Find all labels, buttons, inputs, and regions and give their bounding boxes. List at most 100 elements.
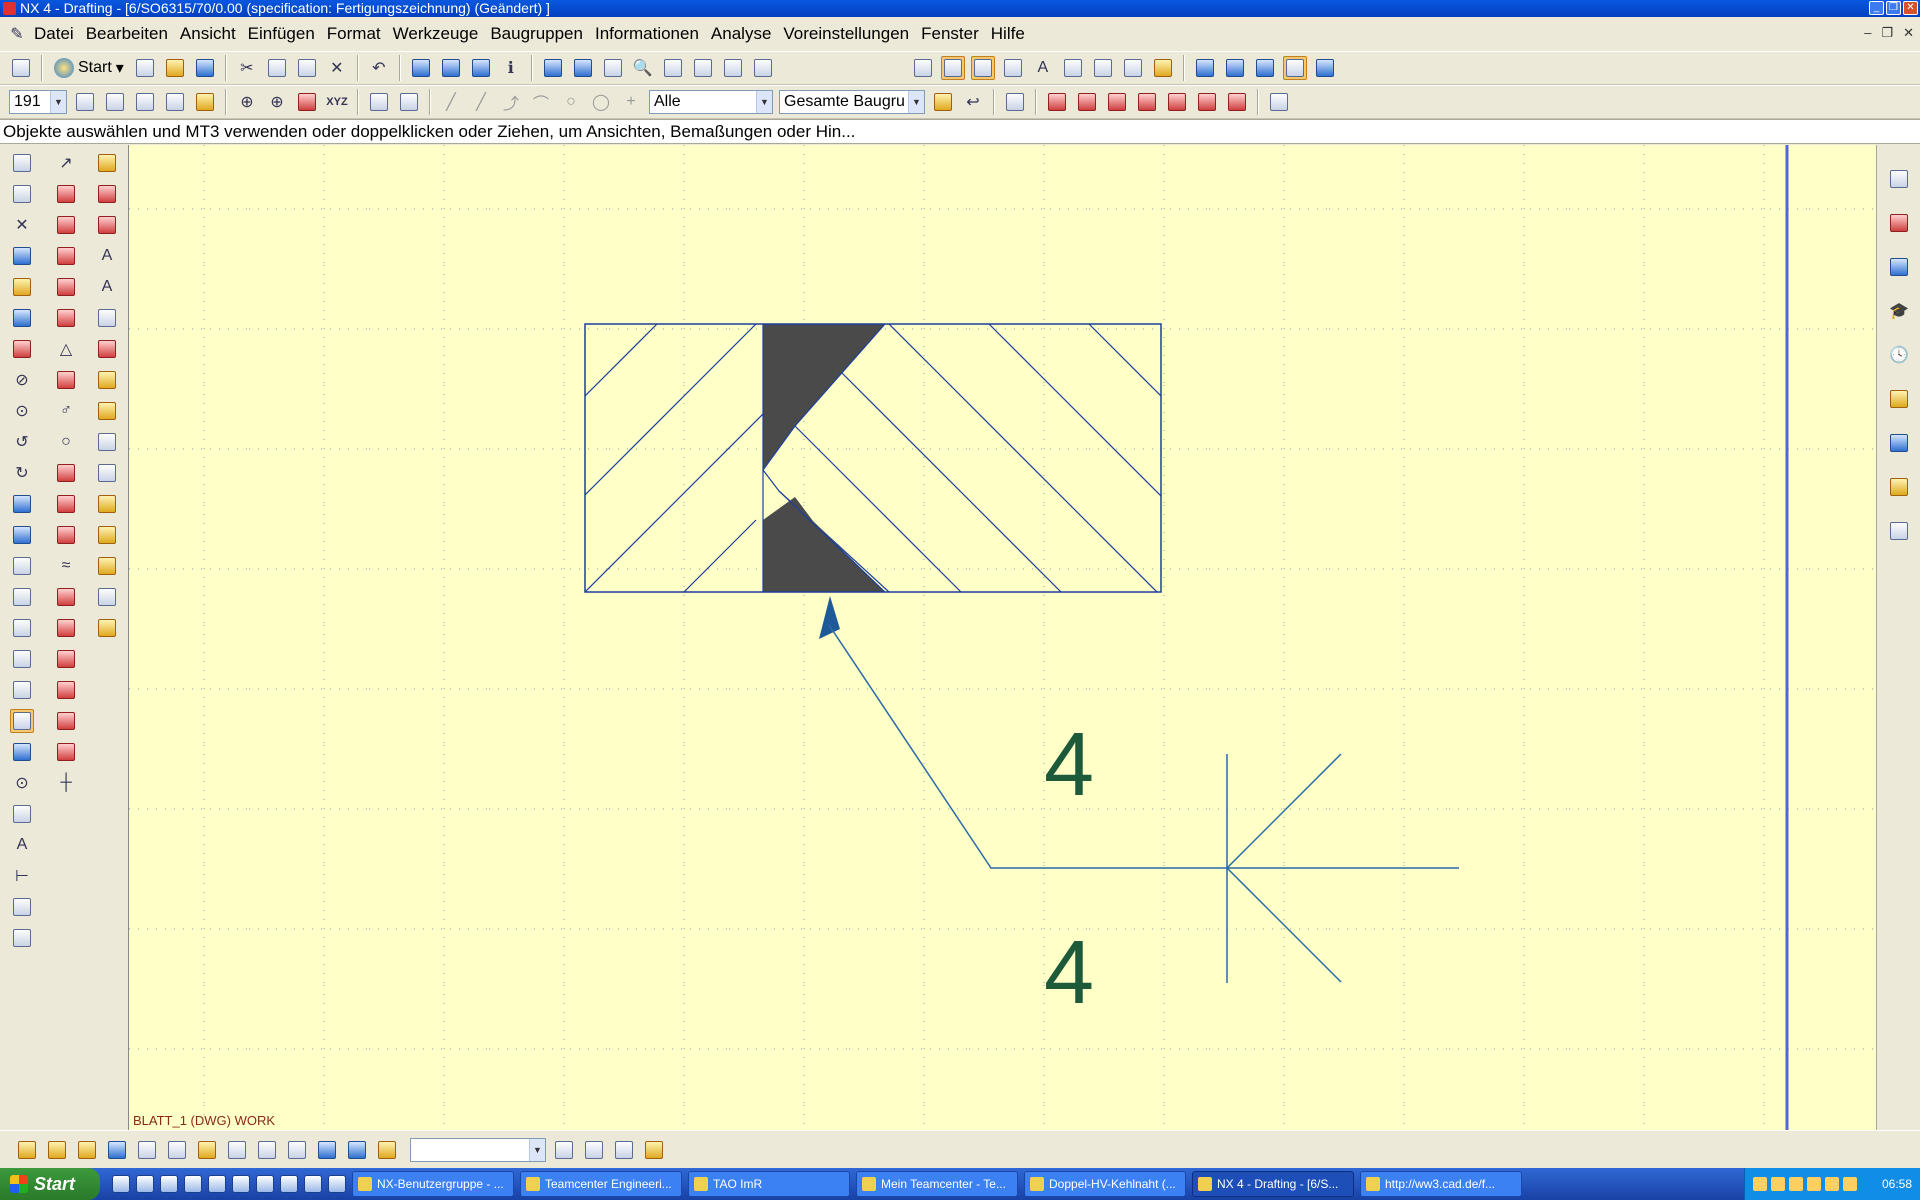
cut-icon[interactable]: ✂: [235, 56, 259, 80]
update-view-icon[interactable]: [1151, 56, 1175, 80]
history-icon[interactable]: 🕓: [1885, 341, 1913, 369]
menu-werkzeuge[interactable]: Werkzeuge: [387, 17, 485, 51]
parts-list-icon[interactable]: [1105, 90, 1129, 114]
snap-point-icon[interactable]: [940, 56, 965, 80]
user-role-icon[interactable]: [1885, 473, 1913, 501]
crosshair-icon[interactable]: ⊕: [265, 90, 289, 114]
restore-button[interactable]: ❐: [1886, 1, 1901, 15]
assembly-icon[interactable]: [1223, 56, 1247, 80]
new-file-icon[interactable]: [133, 56, 157, 80]
wcs-orient-icon[interactable]: [193, 90, 217, 114]
arc-length-icon[interactable]: ↺: [10, 430, 34, 454]
weld-symbol-icon[interactable]: [95, 368, 119, 392]
layer-select[interactable]: 191 ▼: [9, 90, 67, 114]
text-annotation-icon[interactable]: A: [1031, 56, 1055, 80]
base-view-icon[interactable]: [10, 244, 34, 268]
system-materials-icon[interactable]: [1885, 385, 1913, 413]
section-icon[interactable]: [1061, 56, 1085, 80]
extend-icon[interactable]: [10, 678, 34, 702]
weld-size-top[interactable]: 4: [1044, 715, 1094, 815]
radius-dimension-icon[interactable]: [54, 461, 78, 485]
component-reposition-icon[interactable]: [165, 1138, 189, 1162]
task-nx-benutzergruppe[interactable]: NX-Benutzergruppe - ...: [352, 1171, 514, 1197]
quicklaunch-outlook-icon[interactable]: [184, 1175, 202, 1193]
tray-icon-6[interactable]: [1843, 1177, 1857, 1191]
projected-view-icon[interactable]: [10, 275, 34, 299]
trim-icon[interactable]: [10, 647, 34, 671]
hole-dimension-icon[interactable]: ♂: [54, 399, 78, 423]
note-icon[interactable]: [1001, 56, 1025, 80]
tray-clock[interactable]: 06:58: [1882, 1177, 1912, 1191]
ordinate-margin-icon[interactable]: [54, 740, 78, 764]
circle-center-icon[interactable]: ◯: [589, 90, 613, 114]
folded-radius-icon[interactable]: [54, 523, 78, 547]
close-button[interactable]: ✕: [1903, 1, 1918, 15]
doc-close-icon[interactable]: ✕: [1903, 25, 1914, 41]
target-point-icon[interactable]: [95, 399, 119, 423]
selection-icon[interactable]: [409, 56, 433, 80]
menu-baugruppen[interactable]: Baugruppen: [484, 17, 589, 51]
menu-format[interactable]: Format: [321, 17, 387, 51]
curve-icon[interactable]: ⤴: [499, 90, 523, 114]
ordinate-icon[interactable]: [54, 616, 78, 640]
model-icon[interactable]: [1193, 56, 1217, 80]
erase-icon[interactable]: [10, 337, 34, 361]
save-icon[interactable]: [193, 56, 217, 80]
type-filter-select[interactable]: Alle ▼: [649, 90, 773, 114]
document-icon[interactable]: [1885, 517, 1913, 545]
menu-voreinstellungen[interactable]: Voreinstellungen: [777, 17, 915, 51]
quicklaunch-app4-icon[interactable]: [328, 1175, 346, 1193]
reference-set-icon[interactable]: [552, 1138, 576, 1162]
centerline-icon[interactable]: ┼: [54, 771, 78, 795]
section-line-icon[interactable]: [10, 492, 34, 516]
drawing-canvas[interactable]: 4 4 BLATT_1 (DWG) WORK: [128, 145, 1876, 1130]
angular-dimension-icon[interactable]: △: [54, 337, 78, 361]
object-info-icon[interactable]: [439, 56, 463, 80]
menu-datei[interactable]: Datei: [28, 17, 80, 51]
radius-icon[interactable]: ⊙: [10, 399, 34, 423]
offset-icon[interactable]: [10, 616, 34, 640]
leader-icon[interactable]: ⊢: [10, 864, 34, 888]
chamfer-dimension-icon[interactable]: [54, 306, 78, 330]
snap-settings-icon[interactable]: [367, 90, 391, 114]
menu-hilfe[interactable]: Hilfe: [985, 17, 1031, 51]
training-icon[interactable]: 🎓: [1885, 297, 1913, 325]
render-style-icon[interactable]: [751, 56, 775, 80]
deselect-icon[interactable]: ↩: [961, 90, 985, 114]
wave-icon[interactable]: [285, 1138, 309, 1162]
weight-icon[interactable]: [375, 1138, 399, 1162]
symbol-icon[interactable]: [95, 306, 119, 330]
reference-set-select[interactable]: ▼: [410, 1137, 546, 1162]
arc-length-dimension-icon[interactable]: [54, 585, 78, 609]
menu-analyse[interactable]: Analyse: [705, 17, 777, 51]
filter-options-icon[interactable]: [1003, 90, 1027, 114]
horizontal-dimension-icon[interactable]: [54, 182, 78, 206]
remove-icon[interactable]: ✕: [10, 213, 34, 237]
roles-icon[interactable]: [1885, 429, 1913, 457]
layer-visible-icon[interactable]: [103, 90, 127, 114]
nx-app-icon[interactable]: [3, 2, 16, 15]
cylindrical-dimension-icon[interactable]: [54, 368, 78, 392]
detail-circle-icon[interactable]: ⊘: [10, 368, 34, 392]
origin-tool-icon[interactable]: [10, 740, 34, 764]
datum-icon[interactable]: [295, 90, 319, 114]
menu-ansicht[interactable]: Ansicht: [174, 17, 242, 51]
align-icon[interactable]: ⊙: [10, 771, 34, 795]
diameter-dimension-icon[interactable]: ○: [54, 430, 78, 454]
task-doppel-hv-kehlnaht[interactable]: Doppel-HV-Kehlnaht (...: [1024, 1171, 1186, 1197]
custom-symbol-icon[interactable]: [95, 523, 119, 547]
hole-table-icon[interactable]: [1165, 90, 1189, 114]
drawing-sheet-icon[interactable]: [1267, 90, 1291, 114]
tabular-note-icon[interactable]: [1135, 90, 1159, 114]
zoom-icon[interactable]: 🔍: [631, 56, 655, 80]
undo-icon[interactable]: ↶: [367, 56, 391, 80]
quicklaunch-word-icon[interactable]: [208, 1175, 226, 1193]
display-options-icon[interactable]: [10, 802, 34, 826]
component-create-icon[interactable]: [75, 1138, 99, 1162]
area-fill-icon[interactable]: [95, 461, 119, 485]
zoom-window-icon[interactable]: [601, 56, 625, 80]
reuse-library-icon[interactable]: [1885, 253, 1913, 281]
table-icon[interactable]: [1075, 90, 1099, 114]
annotation-preferences-icon[interactable]: [10, 895, 34, 919]
new-sheet-icon[interactable]: [10, 151, 34, 175]
